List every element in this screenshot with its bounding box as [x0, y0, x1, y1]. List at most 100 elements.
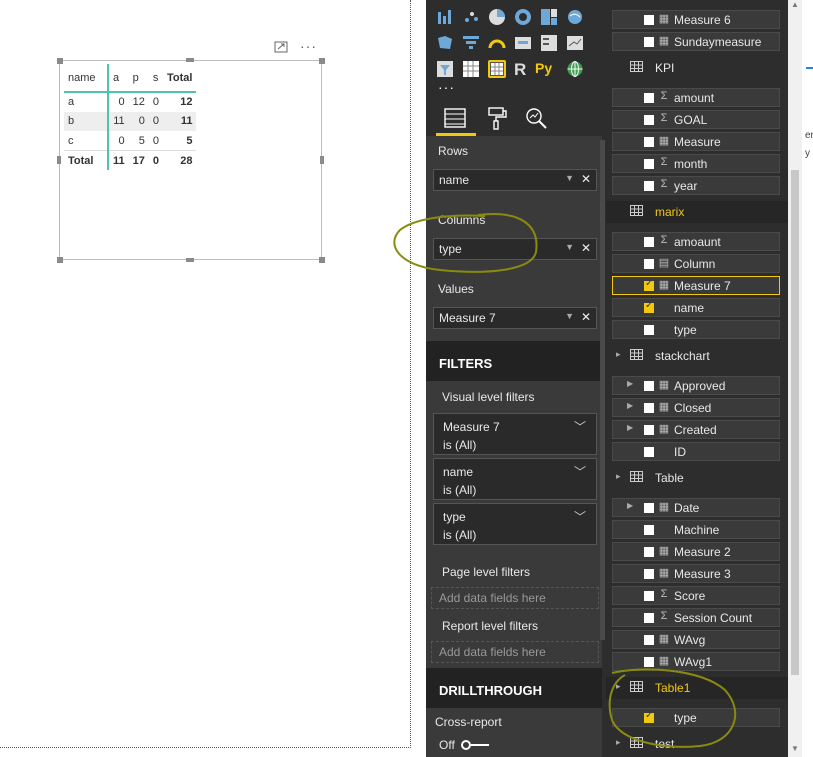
fields-tab-icon[interactable]: [442, 106, 472, 132]
field-created[interactable]: ▶ ▦ Created: [612, 420, 780, 439]
resize-handle-left[interactable]: [57, 156, 61, 164]
expand-caret-icon[interactable]: ▶: [627, 379, 633, 388]
map-icon[interactable]: [566, 8, 584, 26]
field-amount[interactable]: Σamount: [612, 88, 780, 107]
resize-handle-tl[interactable]: [57, 58, 63, 64]
field-checkbox[interactable]: [644, 115, 654, 125]
resize-handle-br[interactable]: [319, 257, 325, 263]
matrix-header-p[interactable]: p: [128, 64, 149, 93]
gauge-icon[interactable]: [488, 34, 506, 52]
slicer-icon[interactable]: [436, 60, 454, 78]
fields-scrollbar[interactable]: ▲ ▼: [788, 0, 802, 757]
field-checkbox[interactable]: [644, 403, 654, 413]
matrix-header-s[interactable]: s: [148, 64, 164, 93]
matrix-header-a[interactable]: a: [108, 64, 129, 93]
field-month[interactable]: Σmonth: [612, 154, 780, 173]
matrix-grand-total-row[interactable]: Total 11 17 0 28: [64, 150, 197, 170]
field-column[interactable]: ▤ Column: [612, 254, 780, 273]
matrix-header-total[interactable]: Total: [163, 64, 197, 93]
more-options-icon[interactable]: ···: [300, 38, 317, 54]
columns-well-field[interactable]: type ▼ ✕: [433, 238, 597, 260]
field-measure-6[interactable]: ▦ Measure 6: [612, 10, 780, 29]
field-checkbox[interactable]: [644, 137, 654, 147]
filter-card-name[interactable]: name is (All) ﹀: [433, 458, 597, 500]
field-type[interactable]: type: [612, 320, 780, 339]
resize-handle-top[interactable]: [186, 58, 194, 62]
chevron-down-icon[interactable]: ﹀: [574, 418, 586, 436]
remove-field-icon[interactable]: ✕: [581, 172, 591, 186]
expand-caret-icon[interactable]: ▶: [627, 423, 633, 432]
field-checkbox[interactable]: [644, 237, 654, 247]
expand-caret-icon[interactable]: ▸: [616, 737, 621, 748]
field-checkbox[interactable]: [644, 15, 654, 25]
field-checkbox[interactable]: [644, 547, 654, 557]
table-header-table[interactable]: ▸ Table: [606, 467, 788, 489]
card-icon[interactable]: [514, 34, 532, 52]
table-header-stackchart[interactable]: ▸ stackchart: [606, 345, 788, 367]
field-checkbox[interactable]: [644, 37, 654, 47]
field-name[interactable]: name: [612, 298, 780, 317]
donut-chart-icon[interactable]: [514, 8, 532, 26]
field-measure[interactable]: ▦ Measure: [612, 132, 780, 151]
field-wavg1[interactable]: ▦ WAvg1: [612, 652, 780, 671]
rows-well-field[interactable]: name ▼ ✕: [433, 169, 597, 191]
field-amoaunt[interactable]: Σamoaunt: [612, 232, 780, 251]
field-checkbox[interactable]: [644, 503, 654, 513]
resize-handle-bottom[interactable]: [186, 258, 194, 262]
visualizations-scrollbar[interactable]: [600, 140, 605, 640]
field-checkbox-checked[interactable]: [644, 710, 654, 723]
field-date[interactable]: ▶ ▦ Date: [612, 498, 780, 517]
field-checkbox[interactable]: [644, 635, 654, 645]
chevron-down-icon[interactable]: ﹀: [574, 463, 586, 481]
expand-caret-icon[interactable]: ▸: [616, 349, 621, 360]
filter-card-type[interactable]: type is (All) ﹀: [433, 503, 597, 545]
remove-field-icon[interactable]: ✕: [581, 241, 591, 255]
chevron-down-icon[interactable]: ▼: [565, 173, 574, 183]
expand-caret-icon[interactable]: ▸: [616, 471, 621, 482]
treemap-icon[interactable]: [540, 8, 558, 26]
field-measure-3[interactable]: ▦ Measure 3: [612, 564, 780, 583]
field-checkbox-checked[interactable]: [644, 300, 654, 313]
field-checkbox[interactable]: [644, 591, 654, 601]
field-machine[interactable]: Machine: [612, 520, 780, 539]
field-checkbox[interactable]: [644, 447, 654, 457]
expand-caret-icon[interactable]: ▶: [627, 401, 633, 410]
remove-field-icon[interactable]: ✕: [581, 310, 591, 324]
field-approved[interactable]: ▶ ▦ Approved: [612, 376, 780, 395]
field-id[interactable]: ID: [612, 442, 780, 461]
cross-report-toggle[interactable]: [461, 740, 491, 750]
python-script-icon[interactable]: Py: [535, 60, 559, 78]
field-checkbox[interactable]: [644, 613, 654, 623]
table-header-marix[interactable]: marix: [606, 201, 788, 223]
report-filters-drop-zone[interactable]: Add data fields here: [431, 641, 599, 663]
chevron-down-icon[interactable]: ▼: [565, 311, 574, 321]
scatter-chart-icon[interactable]: [462, 8, 480, 26]
table-header-kpi[interactable]: KPI: [606, 57, 788, 79]
values-well-field[interactable]: Measure 7 ▼ ✕: [433, 307, 597, 329]
matrix-header-name[interactable]: name: [64, 64, 109, 93]
chevron-down-icon[interactable]: ▼: [565, 242, 574, 252]
resize-handle-right[interactable]: [320, 156, 324, 164]
r-script-icon[interactable]: R: [514, 60, 532, 79]
field-checkbox[interactable]: [644, 325, 654, 335]
field-checkbox[interactable]: [644, 525, 654, 535]
matrix-icon[interactable]: [488, 60, 506, 78]
focus-mode-icon[interactable]: [274, 41, 288, 53]
matrix-row[interactable]: b 11 0 0 11: [64, 111, 197, 131]
field-checkbox-checked[interactable]: [644, 278, 654, 291]
globe-icon[interactable]: [566, 60, 584, 78]
page-filters-drop-zone[interactable]: Add data fields here: [431, 587, 599, 609]
field-checkbox[interactable]: [644, 259, 654, 269]
matrix-row[interactable]: a 0 12 0 12: [64, 92, 196, 112]
filled-map-icon[interactable]: [436, 34, 454, 52]
multi-row-card-icon[interactable]: [540, 34, 558, 52]
field-wavg[interactable]: ▦ WAvg: [612, 630, 780, 649]
table-header-test[interactable]: ▸ test: [606, 733, 788, 755]
resize-handle-bl[interactable]: [57, 257, 63, 263]
field-goal[interactable]: Σ GOAL: [612, 110, 780, 129]
field-table1-type[interactable]: type: [612, 708, 780, 727]
analytics-magnifier-icon[interactable]: [524, 106, 554, 132]
field-session-count[interactable]: Σ Session Count: [612, 608, 780, 627]
table-header-table1[interactable]: ▸ Table1: [606, 677, 788, 699]
field-measure-2[interactable]: ▦ Measure 2: [612, 542, 780, 561]
